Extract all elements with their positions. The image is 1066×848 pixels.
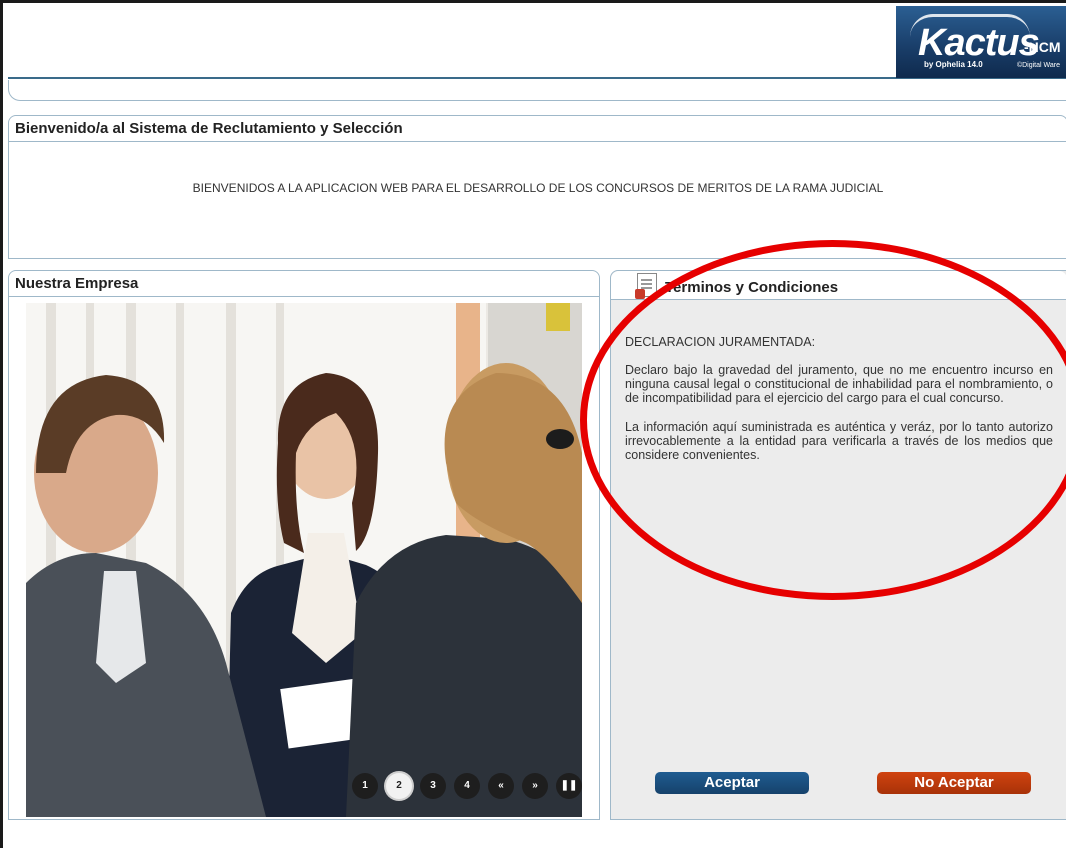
slider-pause-button[interactable]: ❚❚ [556,773,582,799]
window-frame-left [0,0,3,848]
slide-4-button[interactable]: 4 [454,773,480,799]
accept-button[interactable]: Aceptar [655,772,809,794]
welcome-title: Bienvenido/a al Sistema de Reclutamiento… [9,116,1066,142]
kactus-logo: Kactus -HCM by Ophelia 14.0 ©Digital War… [896,6,1066,78]
empresa-panel: Nuestra Empresa 1 2 3 4 « » ❚❚ [8,270,600,820]
slide-2-button[interactable]: 2 [386,773,412,799]
logo-by-text: by Ophelia 14.0 [924,60,983,69]
slide-1-button[interactable]: 1 [352,773,378,799]
interview-photo: 1 2 3 4 « » ❚❚ [26,303,582,817]
logo-main-text: Kactus [918,22,1040,64]
interview-illustration [26,303,582,817]
empresa-title: Nuestra Empresa [9,271,599,297]
logo-suffix-text: -HCM [1024,39,1061,55]
logo-copyright-text: ©Digital Ware [1016,62,1060,69]
reject-button[interactable]: No Aceptar [877,772,1031,794]
header-subbar [8,80,1066,101]
slider-prev-button[interactable]: « [488,773,514,799]
slide-3-button[interactable]: 3 [420,773,446,799]
page-header: Kactus -HCM by Ophelia 14.0 ©Digital War… [8,3,1066,79]
red-annotation-circle [580,240,1066,600]
welcome-panel: Bienvenido/a al Sistema de Reclutamiento… [8,115,1066,259]
welcome-message: BIENVENIDOS A LA APLICACION WEB PARA EL … [192,181,884,195]
slider-next-button[interactable]: » [522,773,548,799]
